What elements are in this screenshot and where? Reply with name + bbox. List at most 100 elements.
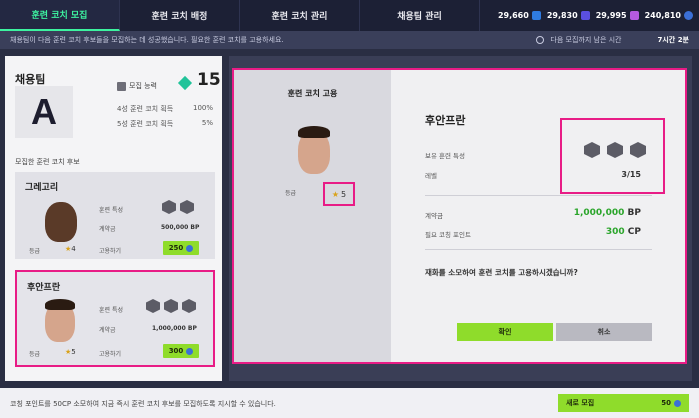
modal-grade-stars: ★ 5 xyxy=(323,182,355,206)
confirm-button[interactable]: 확인 xyxy=(457,323,553,341)
divider xyxy=(425,249,652,250)
modal-grade-label: 등급 xyxy=(285,190,297,197)
level-label: 레벨 xyxy=(425,172,437,180)
cancel-button[interactable]: 취소 xyxy=(556,323,652,341)
prob-label: 5성 훈련 코치 획득 xyxy=(117,120,174,128)
currency-fc: 29,830 xyxy=(547,11,590,20)
hire-cost: 250 xyxy=(168,244,184,252)
probability-4star: 4성 훈련 코치 획득 100% xyxy=(117,104,213,114)
coach-hair xyxy=(45,299,75,310)
fee-value: 1,000,000 xyxy=(573,208,625,218)
gem-icon xyxy=(177,75,193,91)
traits-highlight xyxy=(560,118,665,194)
traits-label: 보유 훈련 특성 xyxy=(425,152,466,160)
grade-label: 등급 xyxy=(29,248,41,255)
tab-coach-recruit[interactable]: 훈련 코치 모집 xyxy=(0,0,120,31)
grade-stars: ★4 xyxy=(65,245,76,253)
mc-icon xyxy=(629,11,639,20)
hire-label: 고용하기 xyxy=(99,248,122,255)
modal-portrait-panel: 훈련 코치 고용 등급 ★ 5 xyxy=(234,70,391,362)
new-recruit-cost: 50 xyxy=(661,399,681,407)
tab-team-manage[interactable]: 채용팀 관리 xyxy=(360,0,480,31)
team-grade: A xyxy=(15,86,73,138)
trait-icon xyxy=(162,200,176,214)
tab-coach-assign[interactable]: 훈련 코치 배정 xyxy=(120,0,240,31)
trait-icon xyxy=(630,142,646,158)
fee-label: 계약금 xyxy=(99,226,116,233)
timer-label: 다음 모집까지 남은 시간 xyxy=(550,36,622,44)
prob-label: 4성 훈련 코치 획득 xyxy=(117,105,174,113)
top-nav-bar: 훈련 코치 모집 훈련 코치 배정 훈련 코치 관리 채용팀 관리 29,660… xyxy=(0,0,699,31)
candidate-card-juanfran[interactable]: 후안프란 훈련 특성 계약금 1,000,000 BP 등급 ★5 고용하기 3… xyxy=(15,270,215,367)
trait-icon xyxy=(146,299,160,313)
fc-icon xyxy=(580,11,590,20)
points-unit: CP xyxy=(627,227,641,237)
coach-hair xyxy=(298,126,330,138)
grade-label: 등급 xyxy=(29,351,41,358)
points-value: 300 xyxy=(605,227,625,237)
divider xyxy=(425,195,652,196)
new-recruit-label: 새로 모집 xyxy=(566,399,595,407)
bottom-hint: 코칭 포인트를 50CP 소모하여 지금 즉시 훈련 코치 후보를 모집하도록 … xyxy=(10,400,276,408)
stars-value: 4 xyxy=(71,245,76,253)
probability-5star: 5성 훈련 코치 획득 5% xyxy=(117,119,213,129)
hire-cost: 300 xyxy=(168,347,184,355)
points-label: 필요 코칭 포인트 xyxy=(425,231,471,239)
fee-label: 계약금 xyxy=(99,327,116,334)
fee-label: 계약금 xyxy=(425,212,443,220)
candidates-title: 모집한 훈련 코치 후보 xyxy=(15,158,80,166)
candidate-name: 그레고리 xyxy=(25,183,59,193)
trait-icon xyxy=(180,200,194,214)
points-amount: 300 CP xyxy=(606,227,641,237)
candidate-card-gregory[interactable]: 그레고리 훈련 특성 계약금 500,000 BP 등급 ★4 고용하기 250 xyxy=(15,172,215,259)
recruit-ability-icon xyxy=(117,82,126,91)
currency-mc: 29,995 xyxy=(596,11,639,20)
clock-icon xyxy=(536,36,545,44)
timer-value: 7시간 2분 xyxy=(657,36,690,44)
modal-coach-name: 후안프란 xyxy=(425,114,466,127)
trait-icon xyxy=(164,299,178,313)
trait-label: 훈련 특성 xyxy=(99,207,123,214)
hire-button[interactable]: 250 xyxy=(163,241,199,255)
trait-icon xyxy=(607,142,623,158)
hire-coach-modal: 훈련 코치 고용 등급 ★ 5 후안프란 보유 훈련 특성 레벨 3/15 계약… xyxy=(232,68,687,364)
currency-bp-value: 29,660 xyxy=(497,11,529,20)
info-message: 채용팀이 다음 훈련 코치 후보들을 모집하는 데 성공했습니다. 필요한 훈련… xyxy=(10,36,284,44)
fee-amount: 1,000,000 BP xyxy=(574,208,641,218)
fee-value: 500,000 BP xyxy=(161,224,200,231)
currency-bp: 29,660 xyxy=(498,11,541,20)
cp-icon xyxy=(674,399,681,407)
bottom-bar: 코칭 포인트를 50CP 소모하여 지금 즉시 훈련 코치 후보를 모집하도록 … xyxy=(0,388,699,418)
currency-display: 29,660 29,830 29,995 240,810 xyxy=(498,0,693,31)
trait-label: 훈련 특성 xyxy=(99,307,123,314)
hire-button[interactable]: 300 xyxy=(163,344,199,358)
prob-value: 5% xyxy=(201,119,213,127)
coach-portrait xyxy=(45,202,77,242)
tab-coach-manage[interactable]: 훈련 코치 관리 xyxy=(240,0,360,31)
star-icon: ★ xyxy=(331,189,340,199)
cp-icon xyxy=(186,347,194,355)
modal-title: 훈련 코치 고용 xyxy=(287,89,338,98)
stars-value: 5 xyxy=(341,189,347,199)
trait-icon xyxy=(584,142,600,158)
grade-stars: ★5 xyxy=(65,348,76,356)
new-recruit-button[interactable]: 새로 모집 50 xyxy=(558,394,689,412)
fee-value: 1,000,000 BP xyxy=(152,325,197,332)
currency-mc-value: 29,995 xyxy=(595,11,627,20)
recruit-timer: 다음 모집까지 남은 시간 7시간 2분 xyxy=(536,31,689,49)
team-label: 채용팀 xyxy=(15,73,46,86)
currency-cp: 240,810 xyxy=(645,11,693,20)
fee-unit: BP xyxy=(627,208,641,218)
cp-icon xyxy=(684,11,693,20)
confirm-question: 재화를 소모하여 훈련 코치를 고용하시겠습니까? xyxy=(425,268,578,277)
recruit-ability-label: 모집 능력 xyxy=(129,82,157,90)
new-recruit-cost-value: 50 xyxy=(661,399,671,407)
currency-fc-value: 29,830 xyxy=(546,11,578,20)
level-value: 3/15 xyxy=(621,170,641,179)
prob-value: 100% xyxy=(192,104,213,112)
info-bar: 채용팀이 다음 훈련 코치 후보들을 모집하는 데 성공했습니다. 필요한 훈련… xyxy=(0,31,699,49)
currency-cp-value: 240,810 xyxy=(644,11,681,20)
candidate-name: 후안프란 xyxy=(27,283,61,293)
cp-icon xyxy=(186,244,194,252)
bp-icon xyxy=(531,11,541,20)
